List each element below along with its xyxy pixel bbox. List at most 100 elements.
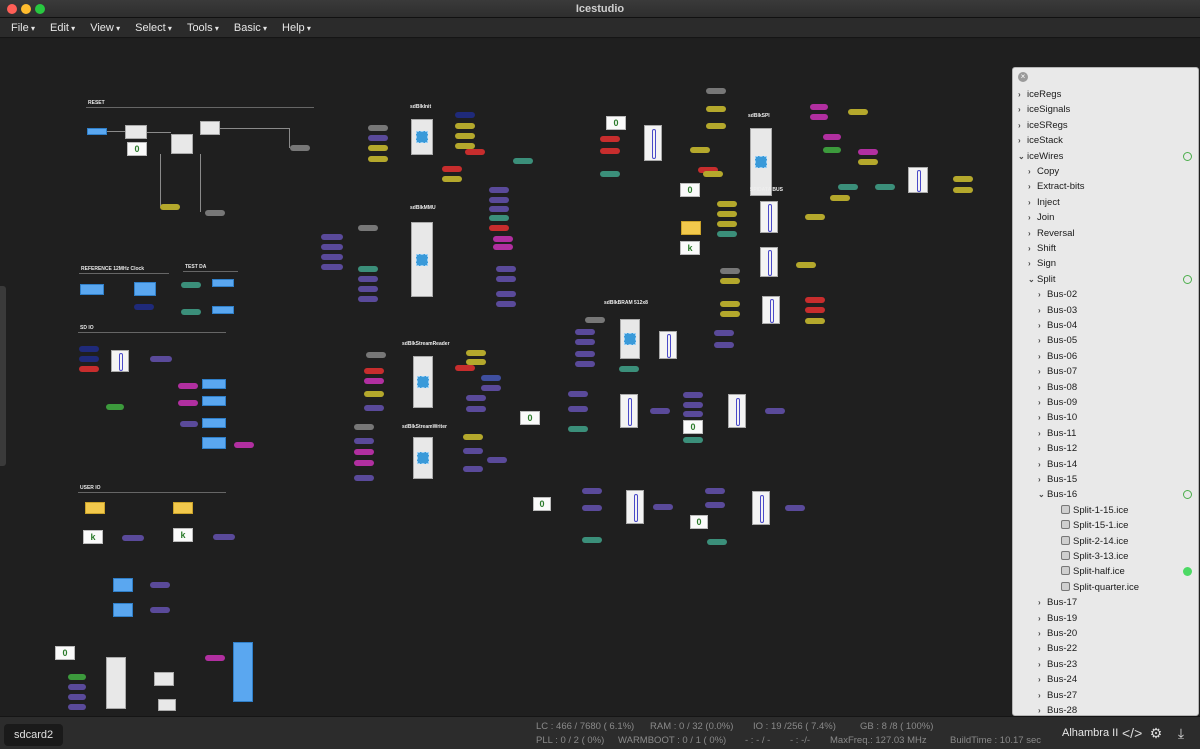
chevron-right-icon[interactable]: › [1038, 626, 1047, 641]
chevron-right-icon[interactable]: › [1028, 195, 1037, 210]
library-folder-item[interactable]: › iceStack [1018, 133, 1063, 148]
library-folder-item[interactable]: › iceRegs [1018, 87, 1061, 102]
chevron-right-icon[interactable]: › [1038, 703, 1047, 715]
input-port[interactable] [87, 128, 107, 135]
code-icon[interactable]: </> [1122, 724, 1142, 742]
menu-edit[interactable]: Edit [45, 22, 85, 34]
library-folder-item[interactable]: ⌄ Split [1028, 272, 1055, 287]
library-file-item[interactable]: Split-1-15.ice [1061, 503, 1128, 518]
chevron-right-icon[interactable]: › [1038, 641, 1047, 656]
chevron-right-icon[interactable]: › [1038, 441, 1047, 456]
library-folder-item[interactable]: › Bus-05 [1038, 333, 1077, 348]
library-folder-item[interactable]: › Bus-07 [1038, 364, 1077, 379]
menu-view[interactable]: View [85, 22, 130, 34]
library-folder-item[interactable]: › Join [1028, 210, 1054, 225]
constant-block[interactable]: 0 [533, 497, 551, 511]
chevron-right-icon[interactable]: › [1028, 226, 1037, 241]
split-block[interactable] [728, 394, 746, 428]
library-folder-item[interactable]: › Bus-17 [1038, 595, 1077, 610]
constant-block[interactable]: 0 [690, 515, 708, 529]
user-input[interactable] [85, 502, 105, 514]
sdblkinit-module[interactable] [411, 119, 433, 155]
user-input[interactable] [173, 502, 193, 514]
chevron-right-icon[interactable]: › [1038, 349, 1047, 364]
left-dock[interactable] [0, 286, 6, 466]
library-folder-item[interactable]: ⌄ iceWires [1018, 149, 1063, 164]
chevron-right-icon[interactable]: › [1038, 287, 1047, 302]
constant-block[interactable]: 0 [606, 116, 626, 130]
output-port[interactable] [202, 437, 226, 449]
split-block[interactable] [908, 167, 928, 193]
split-block[interactable] [659, 331, 677, 359]
library-folder-item[interactable]: › Bus-27 [1038, 688, 1077, 703]
sdblkbram-module[interactable] [620, 319, 640, 359]
split-block[interactable] [760, 201, 778, 233]
chevron-right-icon[interactable]: › [1038, 318, 1047, 333]
chevron-right-icon[interactable]: › [1038, 472, 1047, 487]
library-folder-item[interactable]: › Bus-14 [1038, 457, 1077, 472]
key-block[interactable]: k [83, 530, 103, 544]
library-folder-item[interactable]: › Bus-03 [1038, 303, 1077, 318]
library-file-item[interactable]: Split-half.ice [1061, 564, 1125, 579]
chevron-right-icon[interactable]: › [1038, 333, 1047, 348]
key-block[interactable]: k [173, 528, 193, 542]
chevron-right-icon[interactable]: › [1018, 133, 1027, 148]
library-folder-item[interactable]: › Bus-10 [1038, 410, 1077, 425]
clock-block[interactable] [134, 282, 156, 296]
library-folder-item[interactable]: › Reversal [1028, 226, 1075, 241]
split-block[interactable] [620, 394, 638, 428]
chevron-right-icon[interactable]: › [1028, 210, 1037, 225]
constant-block[interactable]: 0 [55, 646, 75, 660]
constant-block[interactable]: 0 [680, 183, 700, 197]
split-block[interactable] [760, 247, 778, 277]
output-port[interactable] [212, 306, 234, 314]
chevron-right-icon[interactable]: › [1038, 426, 1047, 441]
chevron-right-icon[interactable]: › [1038, 457, 1047, 472]
library-folder-item[interactable]: › Bus-12 [1038, 441, 1077, 456]
library-file-item[interactable]: Split-2-14.ice [1061, 534, 1128, 549]
library-folder-item[interactable]: › iceSignals [1018, 102, 1070, 117]
constant-block[interactable]: 0 [127, 142, 147, 156]
chevron-right-icon[interactable]: › [1038, 380, 1047, 395]
sdblkmmu-module[interactable] [411, 222, 433, 297]
chevron-right-icon[interactable]: › [1038, 303, 1047, 318]
chevron-right-icon[interactable]: › [1038, 672, 1047, 687]
library-folder-item[interactable]: › Bus-02 [1038, 287, 1077, 302]
chevron-right-icon[interactable]: › [1038, 410, 1047, 425]
chevron-right-icon[interactable]: › [1038, 611, 1047, 626]
chevron-right-icon[interactable]: › [1038, 657, 1047, 672]
buffer-block[interactable] [200, 121, 220, 135]
chevron-right-icon[interactable]: › [1028, 164, 1037, 179]
constant-block[interactable]: 0 [520, 411, 540, 425]
constant-block[interactable]: 0 [683, 420, 703, 434]
library-folder-item[interactable]: › Bus-15 [1038, 472, 1077, 487]
mux-block[interactable] [106, 657, 126, 709]
chevron-right-icon[interactable]: › [1018, 118, 1027, 133]
chevron-right-icon[interactable]: › [1018, 102, 1027, 117]
library-folder-item[interactable]: › Inject [1028, 195, 1060, 210]
chevron-down-icon[interactable]: ⌄ [1038, 487, 1047, 502]
output-port[interactable] [202, 396, 226, 406]
library-folder-item[interactable]: › Bus-20 [1038, 626, 1077, 641]
library-folder-item[interactable]: › Sign [1028, 256, 1056, 271]
led-block[interactable] [113, 578, 133, 592]
menu-help[interactable]: Help [277, 22, 321, 34]
download-icon[interactable]: ⤓ [1172, 724, 1190, 742]
user-input[interactable] [681, 221, 701, 235]
register-block[interactable] [154, 672, 174, 686]
split-block[interactable] [644, 125, 662, 161]
gate-block[interactable] [158, 699, 176, 711]
library-folder-item[interactable]: › iceSRegs [1018, 118, 1068, 133]
menu-select[interactable]: Select [130, 22, 182, 34]
output-bus-block[interactable] [233, 642, 253, 702]
menu-file[interactable]: File [6, 22, 45, 34]
chevron-down-icon[interactable]: ⌄ [1028, 272, 1037, 287]
debounce-block[interactable] [125, 125, 147, 139]
streamreader-module[interactable] [413, 356, 433, 408]
library-folder-item[interactable]: › Bus-28 [1038, 703, 1077, 715]
split-block[interactable] [111, 350, 129, 372]
menu-basic[interactable]: Basic [229, 22, 277, 34]
library-folder-item[interactable]: › Bus-09 [1038, 395, 1077, 410]
split-block[interactable] [752, 491, 770, 525]
library-folder-item[interactable]: › Bus-08 [1038, 380, 1077, 395]
